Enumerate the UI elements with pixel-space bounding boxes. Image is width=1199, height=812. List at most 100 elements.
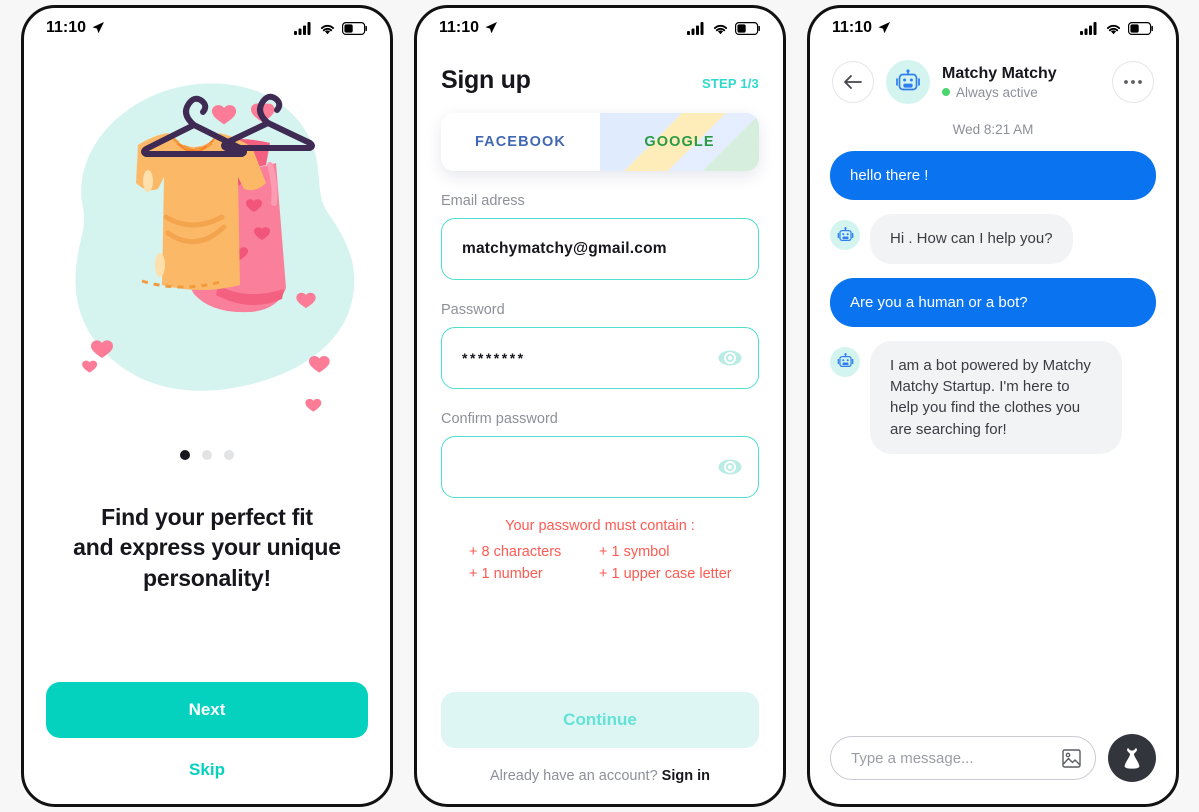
- email-input[interactable]: [442, 219, 758, 279]
- email-field-wrapper[interactable]: [441, 218, 759, 280]
- status-bar-time: 11:10: [46, 19, 87, 36]
- phone-signup: 11:10 Sign up STEP 1/3 FACEBOOK GOOGLE E…: [414, 5, 786, 807]
- eye-toggle-icon[interactable]: [718, 349, 742, 367]
- battery-icon: [342, 21, 367, 35]
- message-bubble-user: hello there !: [830, 151, 1156, 201]
- three-phone-mockup-stage: 11:10 Find your perfect fit and express …: [0, 0, 1199, 812]
- password-field-wrapper[interactable]: [441, 327, 759, 389]
- message-row: hello there !: [830, 151, 1156, 201]
- ellipsis-icon: [1124, 80, 1142, 84]
- dress-action-button[interactable]: [1108, 734, 1156, 782]
- phone-onboarding: 11:10 Find your perfect fit and express …: [21, 5, 393, 807]
- password-rule-item: + 8 characters: [469, 544, 562, 560]
- wifi-icon: [1106, 24, 1121, 34]
- conversation-timestamp: Wed 8:21 AM: [952, 122, 1034, 137]
- status-bar-time: 11:10: [832, 19, 873, 36]
- eye-toggle-icon[interactable]: [718, 458, 742, 476]
- message-input-wrapper[interactable]: [830, 736, 1096, 780]
- cellular-signal-icon: [687, 21, 704, 35]
- password-requirements-title: Your password must contain :: [505, 518, 695, 534]
- signin-prompt-text: Already have an account?: [489, 768, 658, 784]
- signin-prompt: Already have an account? Sign in: [441, 768, 759, 784]
- message-list: Wed 8:21 AM hello there ! Hi . How can I…: [810, 118, 1176, 734]
- page-dot-2[interactable]: [202, 450, 212, 460]
- password-requirements-list: + 8 characters + 1 symbol + 1 number + 1…: [441, 544, 759, 582]
- tab-google[interactable]: GOOGLE: [600, 113, 759, 171]
- robot-icon: [837, 353, 853, 368]
- skip-button[interactable]: Skip: [46, 760, 368, 780]
- clothes-on-hangers-illustration: [75, 83, 355, 412]
- status-bar-time-group: 11:10: [832, 19, 891, 37]
- page-dot-1[interactable]: [180, 450, 190, 460]
- headline-line-1: Find your perfect fit: [101, 504, 313, 530]
- status-bar: 11:10: [24, 8, 390, 48]
- social-signup-tabs: FACEBOOK GOOGLE: [441, 113, 759, 171]
- password-requirements: Your password must contain : + 8 charact…: [441, 518, 759, 582]
- arrow-left-icon: [844, 75, 862, 89]
- location-arrow-icon: [92, 22, 105, 34]
- peer-status: Always active: [942, 85, 1100, 100]
- confirm-password-input[interactable]: [442, 437, 758, 497]
- signup-screen: Sign up STEP 1/3 FACEBOOK GOOGLE Email a…: [417, 48, 783, 804]
- password-label: Password: [441, 302, 505, 318]
- cellular-signal-icon: [1080, 21, 1097, 35]
- page-title: Sign up: [441, 66, 531, 94]
- avatar: [886, 60, 930, 104]
- message-row: Hi . How can I help you?: [830, 214, 1156, 264]
- message-bubble-bot: I am a bot powered by Matchy Matchy Star…: [870, 340, 1122, 455]
- next-button[interactable]: Next: [46, 682, 368, 738]
- status-bar: 11:10: [417, 8, 783, 48]
- message-composer: [810, 734, 1176, 804]
- status-bar-time: 11:10: [439, 19, 480, 36]
- robot-icon: [896, 69, 920, 91]
- back-button[interactable]: [832, 61, 874, 103]
- battery-icon: [1128, 21, 1153, 35]
- avatar: [830, 346, 860, 377]
- dress-icon: [1124, 748, 1140, 769]
- password-rule-item: + 1 symbol: [599, 544, 670, 560]
- status-bar: 11:10: [810, 8, 1176, 48]
- password-input[interactable]: [442, 328, 758, 388]
- email-label: Email adress: [441, 193, 525, 209]
- message-input[interactable]: [851, 749, 1062, 767]
- more-options-button[interactable]: [1112, 61, 1154, 103]
- status-bar-time-group: 11:10: [439, 19, 498, 37]
- step-indicator: STEP 1/3: [701, 76, 759, 91]
- location-arrow-icon: [878, 22, 891, 34]
- status-bar-indicators: [294, 21, 368, 35]
- headline-line-2: and express your unique: [73, 534, 341, 561]
- phone-chat: 11:10 Matchy Matchy Always active Wed 8:…: [807, 5, 1179, 807]
- cellular-signal-icon: [294, 21, 311, 35]
- page-indicator-dots[interactable]: [24, 450, 390, 460]
- location-arrow-icon: [485, 22, 498, 34]
- status-bar-indicators: [1080, 21, 1154, 35]
- message-row: I am a bot powered by Matchy Matchy Star…: [830, 340, 1156, 455]
- chat-peer-info: Matchy Matchy Always active: [942, 65, 1100, 100]
- password-rule-item: + 1 upper case letter: [599, 566, 732, 582]
- onboarding-actions: Next Skip: [24, 682, 390, 804]
- message-bubble-bot: Hi . How can I help you?: [870, 214, 1073, 264]
- continue-button[interactable]: Continue: [441, 692, 759, 748]
- confirm-password-label: Confirm password: [441, 411, 558, 427]
- wifi-icon: [713, 24, 728, 34]
- page-dot-3[interactable]: [224, 450, 234, 460]
- headline-line-3: personality!: [143, 564, 271, 591]
- image-attachment-icon[interactable]: [1062, 748, 1081, 768]
- onboarding-illustration: [24, 48, 390, 448]
- signup-footer-area: Continue Already have an account? Sign i…: [441, 692, 759, 804]
- confirm-password-field-wrapper[interactable]: [441, 436, 759, 498]
- signin-link[interactable]: Sign in: [662, 768, 710, 784]
- onboarding-screen: Find your perfect fit and express your u…: [24, 48, 390, 804]
- peer-name: Matchy Matchy: [942, 64, 1057, 82]
- wifi-icon: [320, 24, 335, 34]
- status-bar-indicators: [687, 21, 761, 35]
- robot-icon: [837, 226, 853, 241]
- status-bar-time-group: 11:10: [46, 19, 105, 37]
- message-bubble-user: Are you a human or a bot?: [830, 277, 1156, 327]
- tab-facebook[interactable]: FACEBOOK: [441, 113, 600, 171]
- chat-header: Matchy Matchy Always active: [810, 48, 1176, 118]
- message-row: Are you a human or a bot?: [830, 277, 1156, 327]
- battery-icon: [735, 21, 760, 35]
- chat-screen: Matchy Matchy Always active Wed 8:21 AM: [810, 48, 1176, 804]
- password-rule-item: + 1 number: [469, 566, 543, 582]
